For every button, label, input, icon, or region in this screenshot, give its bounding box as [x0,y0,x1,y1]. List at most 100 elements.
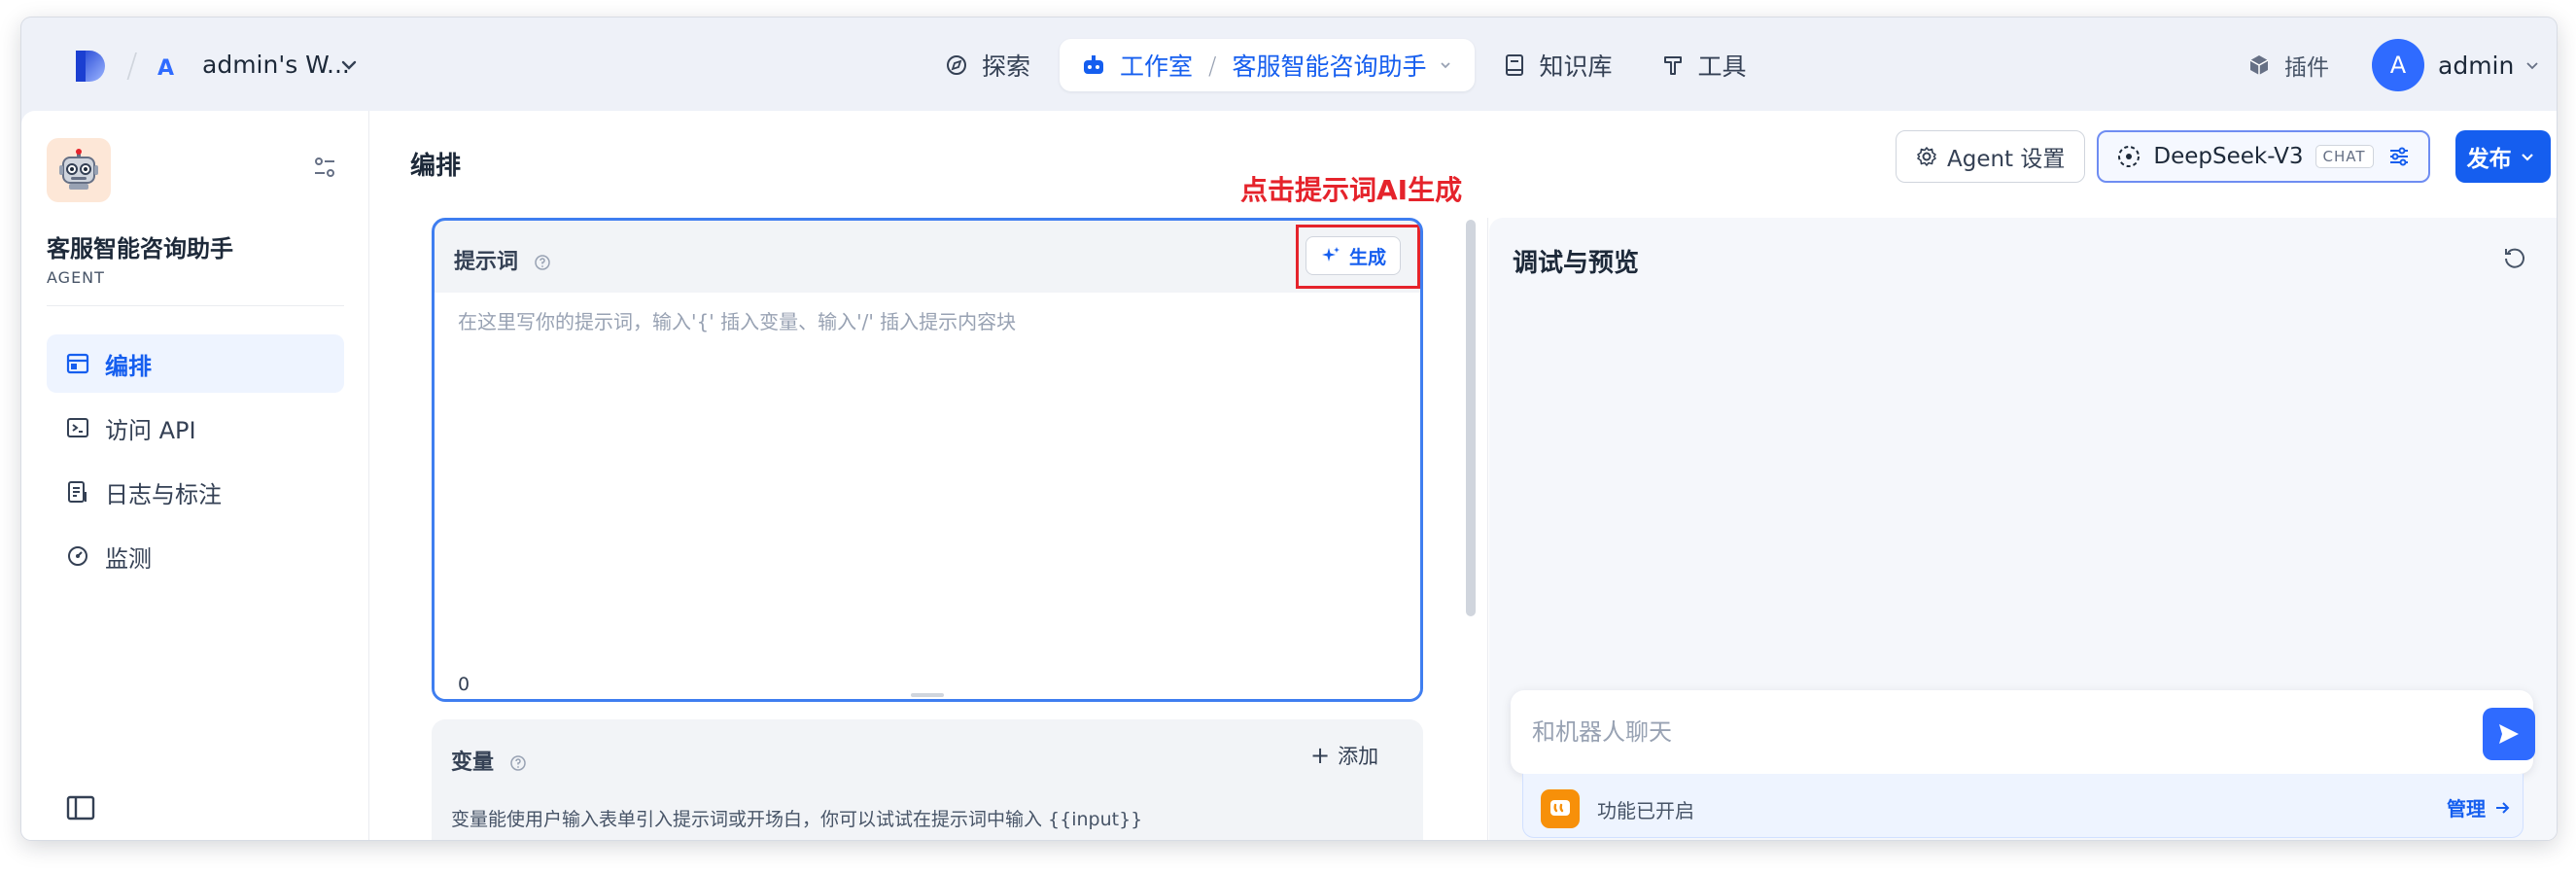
model-name: DeepSeek-V3 [2153,144,2304,169]
sidebar-menu: 编排 访问 API 日志与标注 监测 [47,334,344,591]
nav-explore[interactable]: 探索 [925,39,1050,91]
char-count: 0 [458,674,470,695]
add-variable-button[interactable]: + 添加 [1310,741,1378,770]
sidebar-item-label: 日志与标注 [105,480,222,508]
sidebar-collapse-icon[interactable] [66,795,95,821]
debug-title: 调试与预览 [1513,249,1640,278]
nav-knowledge-label: 知识库 [1539,52,1613,81]
nav-current-app[interactable]: 客服智能咨询助手 [1232,48,1426,83]
app-settings-icon[interactable] [311,154,338,181]
publish-button[interactable]: 发布 [2454,130,2551,183]
feature-status-text: 功能已开启 [1597,799,1694,822]
prompt-label: 提示词 [454,244,551,275]
nav-studio-label: 工作室 [1120,52,1194,81]
prompt-panel: 提示词 生成 0 [432,218,1423,702]
model-mode-badge: CHAT [2315,145,2374,168]
sidebar-item-label: 编排 [105,352,152,380]
manage-link[interactable]: 管理 [2447,793,2511,821]
arrow-right-icon [2496,801,2510,814]
main-area: 编排 Agent 设置 DeepSeek-V3 CHAT 发布 点击提示词AI生… [369,111,2557,840]
compass-icon [947,55,966,75]
hammer-icon [1663,56,1682,75]
divider [47,305,344,306]
toolbar: Agent 设置 DeepSeek-V3 CHAT 发布 [1896,130,2551,183]
ai-generate-button[interactable]: 生成 [1305,236,1402,275]
resize-handle[interactable] [911,693,944,697]
variables-panel: 变量 + 添加 变量能使用户输入表单引入提示词或开场白，你可以试试在提示词中输入… [432,719,1423,840]
user-name[interactable]: admin [2438,52,2514,80]
workspace-name[interactable]: admin's W... [202,51,350,79]
help-icon[interactable] [534,254,551,271]
prompt-header: 提示词 生成 [435,221,1420,293]
left-sidebar: 客服智能咨询助手 AGENT 编排 访问 API 日志与标注 监测 [21,111,369,840]
gauge-icon [68,546,87,566]
sidebar-item-logs[interactable]: 日志与标注 [47,463,344,521]
chevron-down-icon[interactable] [2524,56,2541,74]
page-title: 编排 [410,152,462,181]
workspace-avatar: A [157,56,175,81]
sidebar-item-label: 访问 API [105,416,196,444]
app-type: AGENT [47,268,105,287]
help-icon[interactable] [509,754,527,772]
nav-tools-label: 工具 [1697,52,1747,81]
refresh-icon[interactable] [2502,245,2527,270]
nav-separator: / [1208,51,1217,80]
nav-studio[interactable]: 工作室 / 客服智能咨询助手 [1060,39,1476,91]
sidebar-item-label: 监测 [105,544,152,573]
chevron-down-icon[interactable] [338,54,360,76]
sidebar-item-api[interactable]: 访问 API [47,399,344,457]
nav-explore-label: 探索 [982,52,1031,81]
main-nav: 探索 工作室 / 客服智能咨询助手 知识库 工具 [925,39,1776,91]
chevron-down-icon[interactable] [1438,57,1453,73]
sidebar-item-monitor[interactable]: 监测 [47,527,344,585]
sidebar-item-orchestrate[interactable]: 编排 [47,334,344,393]
breadcrumb-separator: / [126,47,138,86]
sparkle-icon [1322,247,1340,262]
chevron-down-icon [2521,154,2533,161]
plus-icon: + [1310,742,1331,769]
debug-preview-panel: 调试与预览 功能已开启 [1489,218,2557,840]
feature-status-bar: 功能已开启 管理 [1522,774,2524,838]
annotation-label: 点击提示词AI生成 [1240,174,1463,206]
send-icon [2499,724,2519,744]
scrollbar-thumb[interactable] [1466,220,1476,616]
layout-icon [66,353,89,374]
cube-icon [2249,55,2269,75]
chat-input-box [1511,690,2535,774]
generate-label: 生成 [1349,246,1387,268]
add-label: 添加 [1338,745,1379,768]
prompt-input[interactable] [458,306,1391,627]
robot-avatar-icon [59,149,98,190]
model-selector[interactable]: DeepSeek-V3 CHAT [2097,130,2430,183]
app-window: / A admin's W... 探索 工作室 / 客服智能咨询助手 知识库 工… [21,17,2557,840]
agent-settings-label: Agent 设置 [1947,147,2066,172]
top-bar: / A admin's W... 探索 工作室 / 客服智能咨询助手 知识库 工… [21,17,2557,111]
robot-icon [1084,55,1104,74]
variables-label-text: 变量 [451,751,495,775]
avatar[interactable]: A [2372,39,2424,91]
publish-label: 发布 [2466,147,2512,172]
gear-icon [1917,147,1936,166]
chat-input[interactable] [1532,712,2407,752]
variables-description: 变量能使用户输入表单引入提示词或开场白，你可以试试在提示词中输入 {{input… [451,809,1143,830]
nav-knowledge[interactable]: 知识库 [1484,39,1631,91]
app-name: 客服智能咨询助手 [47,235,233,262]
scrollbar[interactable] [1464,218,1478,840]
nav-tools[interactable]: 工具 [1642,39,1766,91]
divider [1487,218,1488,840]
terminal-icon [67,418,88,437]
variables-label: 变量 [451,745,527,776]
brand-logo-icon[interactable] [74,49,107,84]
manage-label: 管理 [2447,797,2486,821]
plugins-label: 插件 [2284,55,2329,81]
quote-icon [1541,789,1580,828]
app-icon [47,138,111,202]
prompt-body: 0 [435,293,1420,699]
plugins-link[interactable]: 插件 [2247,49,2329,82]
agent-settings-button[interactable]: Agent 设置 [1896,130,2086,183]
user-menu[interactable]: A admin [2372,39,2541,91]
send-button[interactable] [2483,708,2535,760]
book-icon [1506,54,1524,76]
log-icon [68,481,87,503]
sliders-icon[interactable] [2387,145,2411,168]
